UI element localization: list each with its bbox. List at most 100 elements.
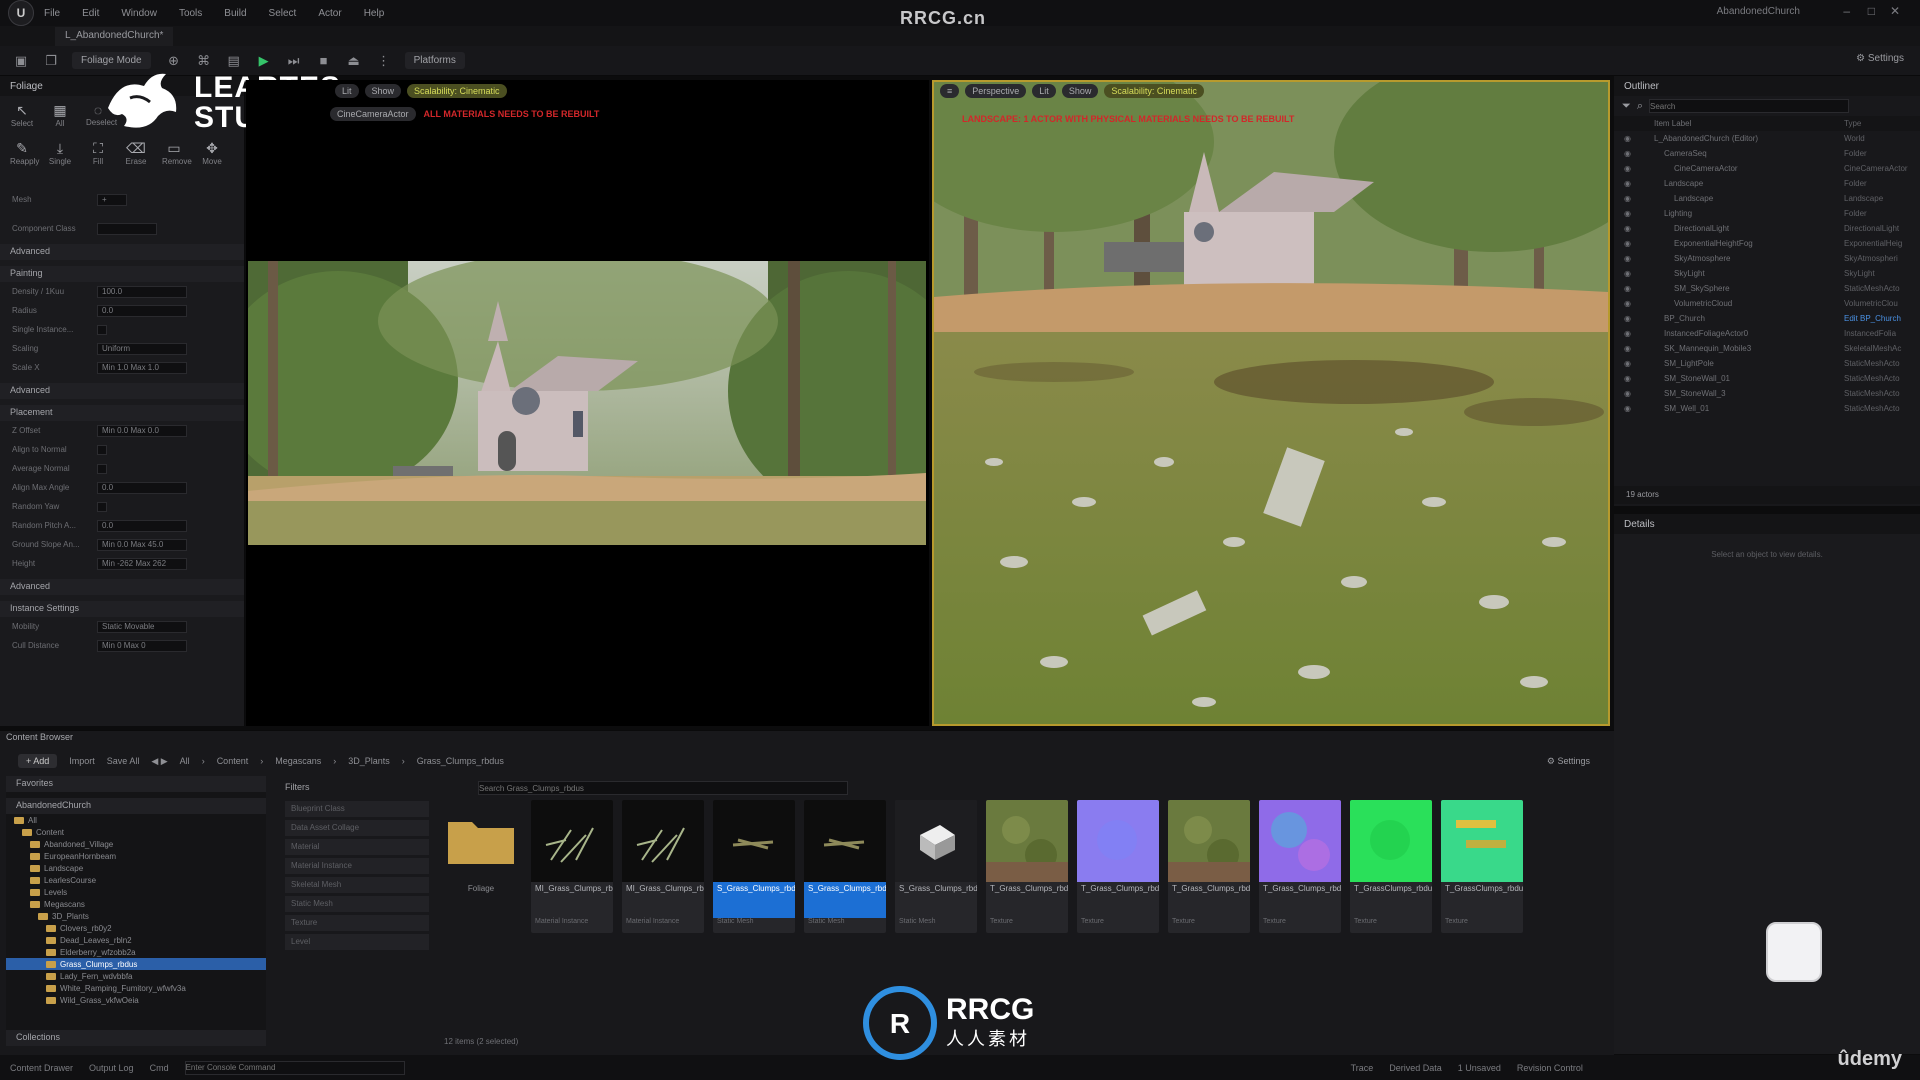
output-log-button[interactable]: Output Log: [89, 1063, 134, 1073]
prop-field[interactable]: Min 0.0 Max 45.0: [97, 538, 187, 551]
visibility-eye-icon[interactable]: ◉: [1624, 359, 1631, 368]
folder-tree-item[interactable]: All: [6, 814, 266, 826]
asset-tile[interactable]: T_Grass_Clumps_rbdus_Billboard_2K_D Textu…: [1168, 800, 1250, 933]
asset-tile[interactable]: S_Grass_Clumps_rbdus_Var2_lod1Static Mes…: [804, 800, 886, 933]
folder-tree-item[interactable]: Content: [6, 826, 266, 838]
add-actor-icon[interactable]: ⊕: [165, 52, 183, 70]
tool-all[interactable]: ▦ All: [48, 102, 72, 128]
folder-tree-item[interactable]: Elderberry_wfzobb2a: [6, 946, 266, 958]
visibility-eye-icon[interactable]: ◉: [1624, 194, 1631, 203]
menu-actor[interactable]: Actor: [318, 8, 341, 19]
close-icon[interactable]: ✕: [1890, 4, 1900, 18]
filter-item[interactable]: Static Mesh: [285, 896, 429, 912]
derived-data-button[interactable]: Derived Data: [1389, 1063, 1442, 1073]
visibility-eye-icon[interactable]: ◉: [1624, 389, 1631, 398]
left-scalability-pill[interactable]: Scalability: Cinematic: [407, 84, 507, 98]
prop-field[interactable]: Min 0.0 Max 0.0: [97, 424, 187, 437]
col-type[interactable]: Type: [1844, 119, 1861, 128]
folder-tree-item[interactable]: 3D_Plants: [6, 910, 266, 922]
visibility-eye-icon[interactable]: ◉: [1624, 299, 1631, 308]
visibility-eye-icon[interactable]: ◉: [1624, 134, 1631, 143]
folder-tree-item[interactable]: LearlesCourse: [6, 874, 266, 886]
asset-tile[interactable]: T_GrassClumps_rbdus_2K_ART Texture: [1350, 800, 1432, 933]
menu-select[interactable]: Select: [269, 8, 297, 19]
menu-icon[interactable]: ≡: [940, 84, 960, 98]
visibility-eye-icon[interactable]: ◉: [1624, 329, 1631, 338]
filter-item[interactable]: Level: [285, 934, 429, 950]
outliner-row[interactable]: ◉ ExponentialHeightFog ExponentialHeig: [1614, 236, 1920, 251]
perspective-viewport[interactable]: [932, 80, 1610, 726]
visibility-eye-icon[interactable]: ◉: [1624, 239, 1631, 248]
menu-edit[interactable]: Edit: [82, 8, 99, 19]
prop-checkbox[interactable]: [97, 324, 107, 335]
import-button[interactable]: Import: [69, 756, 95, 766]
asset-tile[interactable]: S_Grass_Clumps_rbdus_Var1_lod1Static Mes…: [713, 800, 795, 933]
right-lit-pill[interactable]: Lit: [1032, 84, 1056, 98]
folder-tree-item[interactable]: Abandoned_Village: [6, 838, 266, 850]
cb-settings-button[interactable]: ⚙ Settings: [1547, 756, 1590, 767]
visibility-eye-icon[interactable]: ◉: [1624, 344, 1631, 353]
menu-window[interactable]: Window: [121, 8, 157, 19]
visibility-eye-icon[interactable]: ◉: [1624, 269, 1631, 278]
outliner-row[interactable]: ◉ L_AbandonedChurch (Editor) World: [1614, 131, 1920, 146]
favorites-section[interactable]: Favorites: [6, 776, 266, 792]
prop-checkbox[interactable]: [97, 501, 107, 512]
right-show-pill[interactable]: Show: [1061, 84, 1099, 98]
mesh-add-button[interactable]: +: [97, 193, 127, 206]
path-megascans[interactable]: Megascans: [275, 756, 321, 766]
tool-fill[interactable]: ⛶ Fill: [86, 140, 110, 166]
filter-item[interactable]: Blueprint Class: [285, 801, 429, 817]
path-3d-plants[interactable]: 3D_Plants: [348, 756, 390, 766]
tool-remove[interactable]: ▭ Remove: [162, 140, 192, 166]
visibility-eye-icon[interactable]: ◉: [1624, 254, 1631, 263]
visibility-eye-icon[interactable]: ◉: [1624, 404, 1631, 413]
visibility-eye-icon[interactable]: ◉: [1624, 164, 1631, 173]
prop-field[interactable]: 0.0: [97, 481, 187, 494]
tool-erase[interactable]: ⌫ Erase: [124, 140, 148, 166]
outliner-row[interactable]: ◉ DirectionalLight DirectionalLight: [1614, 221, 1920, 236]
prop-checkbox[interactable]: [97, 463, 107, 474]
add-button[interactable]: + Add: [18, 754, 58, 768]
visibility-eye-icon[interactable]: ◉: [1624, 209, 1631, 218]
eject-icon[interactable]: ⏏: [345, 52, 363, 70]
prop-field[interactable]: Min 0 Max 0: [97, 639, 187, 652]
outliner-row[interactable]: ◉ SM_LightPole StaticMeshActo: [1614, 356, 1920, 371]
folder-tree-item[interactable]: Grass_Clumps_rbdus: [6, 958, 266, 970]
console-input[interactable]: [184, 1060, 405, 1075]
save-icon[interactable]: ▣: [12, 52, 30, 70]
left-lit-pill[interactable]: Lit: [335, 84, 359, 98]
asset-tile[interactable]: S_Grass_Clumps_rbdus_Var3_lod1 Static Mes…: [895, 800, 977, 933]
settings-button[interactable]: ⚙ Settings: [1856, 53, 1904, 64]
asset-tile[interactable]: T_Grass_Clumps_rbdus_2K_N Texture: [1077, 800, 1159, 933]
history-icon[interactable]: ◀ ▶: [151, 756, 167, 767]
path-content[interactable]: Content: [217, 756, 249, 766]
filter-item[interactable]: Data Asset Collage: [285, 820, 429, 836]
section-placement[interactable]: Placement: [0, 405, 244, 421]
visibility-eye-icon[interactable]: ◉: [1624, 284, 1631, 293]
visibility-eye-icon[interactable]: ◉: [1624, 374, 1631, 383]
tool-reapply[interactable]: ✎ Reapply: [10, 140, 39, 166]
filter-item[interactable]: Material Instance: [285, 858, 429, 874]
section-instance-settings[interactable]: Instance Settings: [0, 601, 244, 617]
filter-item[interactable]: Material: [285, 839, 429, 855]
save-all-button[interactable]: Save All: [107, 756, 140, 766]
content-browser-tab[interactable]: Content Browser: [6, 732, 73, 742]
tool-single[interactable]: ⤓ Single: [48, 140, 72, 166]
section-advanced-2[interactable]: Advanced: [0, 383, 244, 399]
asset-tile[interactable]: T_GrassClumps_rbdus_2K_Billboard_ART Text…: [1441, 800, 1523, 933]
outliner-row[interactable]: ◉ VolumetricCloud VolumetricClou: [1614, 296, 1920, 311]
filter-icon[interactable]: ⏷: [1622, 100, 1631, 113]
maximize-icon[interactable]: □: [1868, 4, 1875, 18]
content-icon[interactable]: ❐: [42, 52, 60, 70]
visibility-eye-icon[interactable]: ◉: [1624, 149, 1631, 158]
visibility-eye-icon[interactable]: ◉: [1624, 224, 1631, 233]
section-advanced[interactable]: Advanced: [0, 244, 244, 260]
section-painting[interactable]: Painting: [0, 266, 244, 282]
visibility-eye-icon[interactable]: ◉: [1624, 314, 1631, 323]
tool-select[interactable]: ↖ Select: [10, 102, 34, 128]
folder-tree-item[interactable]: Wild_Grass_vkfwOeia: [6, 994, 266, 1006]
outliner-row[interactable]: ◉ Landscape Landscape: [1614, 191, 1920, 206]
unreal-logo-icon[interactable]: U: [8, 0, 34, 26]
outliner-row[interactable]: ◉ SM_StoneWall_3 StaticMeshActo: [1614, 386, 1920, 401]
menu-build[interactable]: Build: [224, 8, 246, 19]
